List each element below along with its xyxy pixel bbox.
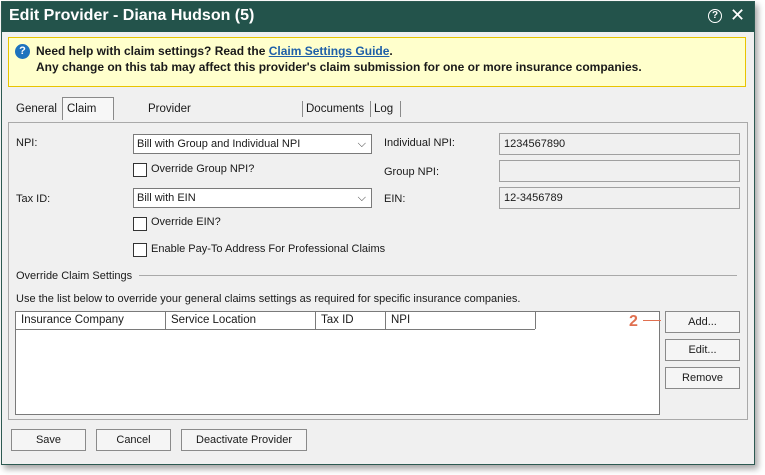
claim-settings-panel: NPI: Bill with Group and Individual NPI … xyxy=(8,122,748,420)
deactivate-provider-button[interactable]: Deactivate Provider xyxy=(181,429,307,451)
section-divider xyxy=(139,275,737,276)
tab-log[interactable]: Log xyxy=(370,99,397,119)
edit-button[interactable]: Edit... xyxy=(665,339,740,361)
column-tax-id[interactable]: Tax ID xyxy=(316,312,386,329)
group-npi-field[interactable] xyxy=(499,160,740,182)
window-title: Edit Provider - Diana Hudson (5) xyxy=(9,7,255,24)
group-npi-label: Group NPI: xyxy=(384,166,440,178)
individual-npi-label: Individual NPI: xyxy=(384,137,455,149)
edit-provider-window: Edit Provider - Diana Hudson (5) ? ✕ ? N… xyxy=(1,1,755,465)
info-icon: ? xyxy=(15,44,30,59)
tab-provider-performance-report[interactable]: Provider Performance Report xyxy=(144,99,218,155)
tab-general[interactable]: General xyxy=(12,99,61,119)
close-icon[interactable]: ✕ xyxy=(730,5,745,25)
tax-id-select[interactable]: Bill with EIN ⌵ xyxy=(133,188,372,208)
override-ein-label: Override EIN? xyxy=(151,216,221,228)
banner-text: Need help with claim settings? Read the xyxy=(36,44,269,58)
title-bar: Edit Provider - Diana Hudson (5) ? ✕ xyxy=(2,2,754,32)
column-npi[interactable]: NPI xyxy=(386,312,536,329)
banner-line-2: Any change on this tab may affect this p… xyxy=(36,60,642,74)
override-description: Use the list below to override your gene… xyxy=(16,293,521,305)
tax-id-label: Tax ID: xyxy=(16,193,51,205)
npi-select-value: Bill with Group and Individual NPI xyxy=(137,138,301,150)
pay-to-address-checkbox[interactable] xyxy=(133,243,147,257)
chevron-down-icon: ⌵ xyxy=(357,192,366,204)
tax-id-select-value: Bill with EIN xyxy=(137,192,196,204)
npi-label: NPI: xyxy=(16,137,38,149)
override-section-title: Override Claim Settings xyxy=(16,270,133,282)
override-claims-list[interactable]: Insurance Company Service Location Tax I… xyxy=(15,311,660,415)
ein-label: EIN: xyxy=(384,193,406,205)
column-insurance-company[interactable]: Insurance Company xyxy=(16,312,166,329)
callout-pointer xyxy=(643,320,661,321)
override-group-npi-label: Override Group NPI? xyxy=(151,163,255,175)
help-banner: ? Need help with claim settings? Read th… xyxy=(8,37,746,87)
tab-divider xyxy=(400,101,401,117)
tab-documents[interactable]: Documents xyxy=(302,99,368,119)
callout-number: 2 xyxy=(629,313,638,330)
npi-select[interactable]: Bill with Group and Individual NPI ⌵ xyxy=(133,134,372,154)
add-button[interactable]: Add... xyxy=(665,311,740,333)
override-group-npi-checkbox[interactable] xyxy=(133,163,147,177)
pay-to-address-label: Enable Pay-To Address For Professional C… xyxy=(151,243,386,255)
question-circle-icon[interactable]: ? xyxy=(708,9,722,23)
ein-field[interactable]: 12-3456789 xyxy=(499,187,740,209)
chevron-down-icon: ⌵ xyxy=(357,138,366,150)
save-button[interactable]: Save xyxy=(11,429,86,451)
claim-settings-guide-link[interactable]: Claim Settings Guide xyxy=(269,44,390,58)
header-divider xyxy=(16,329,535,330)
banner-text-suffix: . xyxy=(389,44,393,58)
individual-npi-field[interactable]: 1234567890 xyxy=(499,133,740,155)
remove-button[interactable]: Remove xyxy=(665,367,740,389)
override-ein-checkbox[interactable] xyxy=(133,217,147,231)
banner-line-1: Need help with claim settings? Read the … xyxy=(36,44,393,58)
cancel-button[interactable]: Cancel xyxy=(96,429,171,451)
column-service-location[interactable]: Service Location xyxy=(166,312,316,329)
tab-claim-settings[interactable]: Claim Settings xyxy=(62,97,114,137)
